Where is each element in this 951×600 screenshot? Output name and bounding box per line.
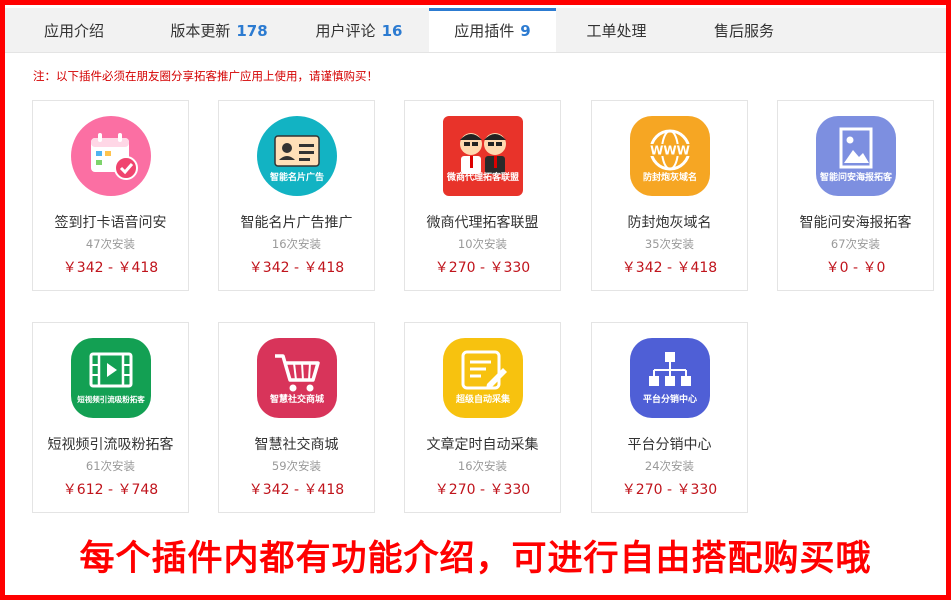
- plugin-card[interactable]: 超级自动采集 文章定时自动采集 16次安装 ￥270 - ￥330: [404, 322, 561, 513]
- price-range: ￥270 - ￥330: [434, 260, 531, 276]
- install-count: 61次安装: [85, 459, 136, 473]
- plugin-card[interactable]: 智能问安海报拓客 智能问安海报拓客 67次安装 ￥0 - ￥0: [777, 100, 934, 291]
- icon-caption: 防封炮灰域名: [642, 173, 697, 183]
- install-count: 16次安装: [271, 237, 322, 251]
- tab-version-updates[interactable]: 版本更新 178: [149, 8, 289, 52]
- plugin-name: 智慧社交商城: [254, 437, 339, 453]
- install-count: 67次安装: [830, 237, 881, 251]
- poster-image-icon: 智能问安海报拓客: [816, 116, 896, 196]
- install-count: 16次安装: [457, 459, 508, 473]
- tab-app-plugins[interactable]: 应用插件 9: [429, 8, 556, 52]
- www-globe-icon: WWW 防封炮灰域名: [630, 116, 710, 196]
- promo-banner: 每个插件内都有功能介绍，可进行自由搭配购买哦: [79, 539, 872, 579]
- tab-ticket-handling[interactable]: 工单处理: [556, 8, 683, 52]
- business-card-icon: 智能名片广告: [257, 116, 337, 196]
- plugin-name: 平台分销中心: [627, 437, 712, 453]
- plugin-name: 防封炮灰域名: [627, 215, 712, 231]
- install-count: 24次安装: [644, 459, 695, 473]
- plugin-card[interactable]: 智能名片广告 智能名片广告推广 16次安装 ￥342 - ￥418: [218, 100, 375, 291]
- tab-bar: 应用介绍 版本更新 178 用户评论 16 应用插件 9 工单处理 售后服务: [5, 8, 946, 53]
- icon-caption: 智慧社交商城: [269, 395, 324, 405]
- icon-caption: 智能名片广告: [269, 173, 324, 183]
- price-range: ￥270 - ￥330: [434, 482, 531, 498]
- plugin-name: 短视频引流吸粉拓客: [47, 437, 174, 453]
- price-range: ￥342 - ￥418: [62, 260, 159, 276]
- tab-after-sales[interactable]: 售后服务: [683, 8, 811, 52]
- cartoon-partners-icon: 微商代理拓客联盟: [443, 116, 523, 196]
- price-range: ￥270 - ￥330: [621, 482, 718, 498]
- icon-caption: 智能问安海报拓客: [819, 173, 892, 183]
- plugin-card[interactable]: 智慧社交商城 智慧社交商城 59次安装 ￥342 - ￥418: [218, 322, 375, 513]
- price-range: ￥0 - ￥0: [825, 260, 886, 276]
- org-tree-icon: 平台分销中心: [630, 338, 710, 418]
- plugin-card[interactable]: 签到打卡语音问安 47次安装 ￥342 - ￥418: [32, 100, 189, 291]
- plugin-name: 签到打卡语音问安: [54, 215, 167, 231]
- tab-user-reviews[interactable]: 用户评论 16: [289, 8, 429, 52]
- purchase-notice: 注：以下插件必须在朋友圈分享拓客推广应用上使用，请谨慎购买！: [33, 69, 378, 83]
- icon-caption: 微商代理拓客联盟: [446, 173, 519, 183]
- plugin-name: 文章定时自动采集: [426, 437, 539, 453]
- svg-text:WWW: WWW: [650, 144, 690, 158]
- plugin-name: 智能问安海报拓客: [799, 215, 912, 231]
- install-count: 47次安装: [85, 237, 136, 251]
- plugin-name: 智能名片广告推广: [240, 215, 353, 231]
- calendar-check-icon: [71, 116, 151, 196]
- plugin-name: 微商代理拓客联盟: [426, 215, 539, 231]
- video-film-icon: 短视频引流吸粉拓客: [71, 338, 151, 418]
- price-range: ￥612 - ￥748: [62, 482, 159, 498]
- install-count: 10次安装: [457, 237, 508, 251]
- shopping-cart-icon: 智慧社交商城: [257, 338, 337, 418]
- icon-caption: 超级自动采集: [455, 395, 510, 405]
- icon-caption: 平台分销中心: [642, 395, 697, 405]
- price-range: ￥342 - ￥418: [248, 482, 345, 498]
- install-count: 59次安装: [271, 459, 322, 473]
- icon-caption: 短视频引流吸粉拓客: [77, 395, 145, 404]
- price-range: ￥342 - ￥418: [248, 260, 345, 276]
- plugin-card[interactable]: 短视频引流吸粉拓客 短视频引流吸粉拓客 61次安装 ￥612 - ￥748: [32, 322, 189, 513]
- install-count: 35次安装: [644, 237, 695, 251]
- plugin-card[interactable]: 平台分销中心 平台分销中心 24次安装 ￥270 - ￥330: [591, 322, 748, 513]
- plugin-card[interactable]: 微商代理拓客联盟 微商代理拓客联盟 10次安装 ￥270 - ￥330: [404, 100, 561, 291]
- tab-app-intro[interactable]: 应用介绍: [5, 8, 149, 52]
- document-pen-icon: 超级自动采集: [443, 338, 523, 418]
- plugin-card[interactable]: WWW 防封炮灰域名 防封炮灰域名 35次安装 ￥342 - ￥418: [591, 100, 748, 291]
- price-range: ￥342 - ￥418: [621, 260, 718, 276]
